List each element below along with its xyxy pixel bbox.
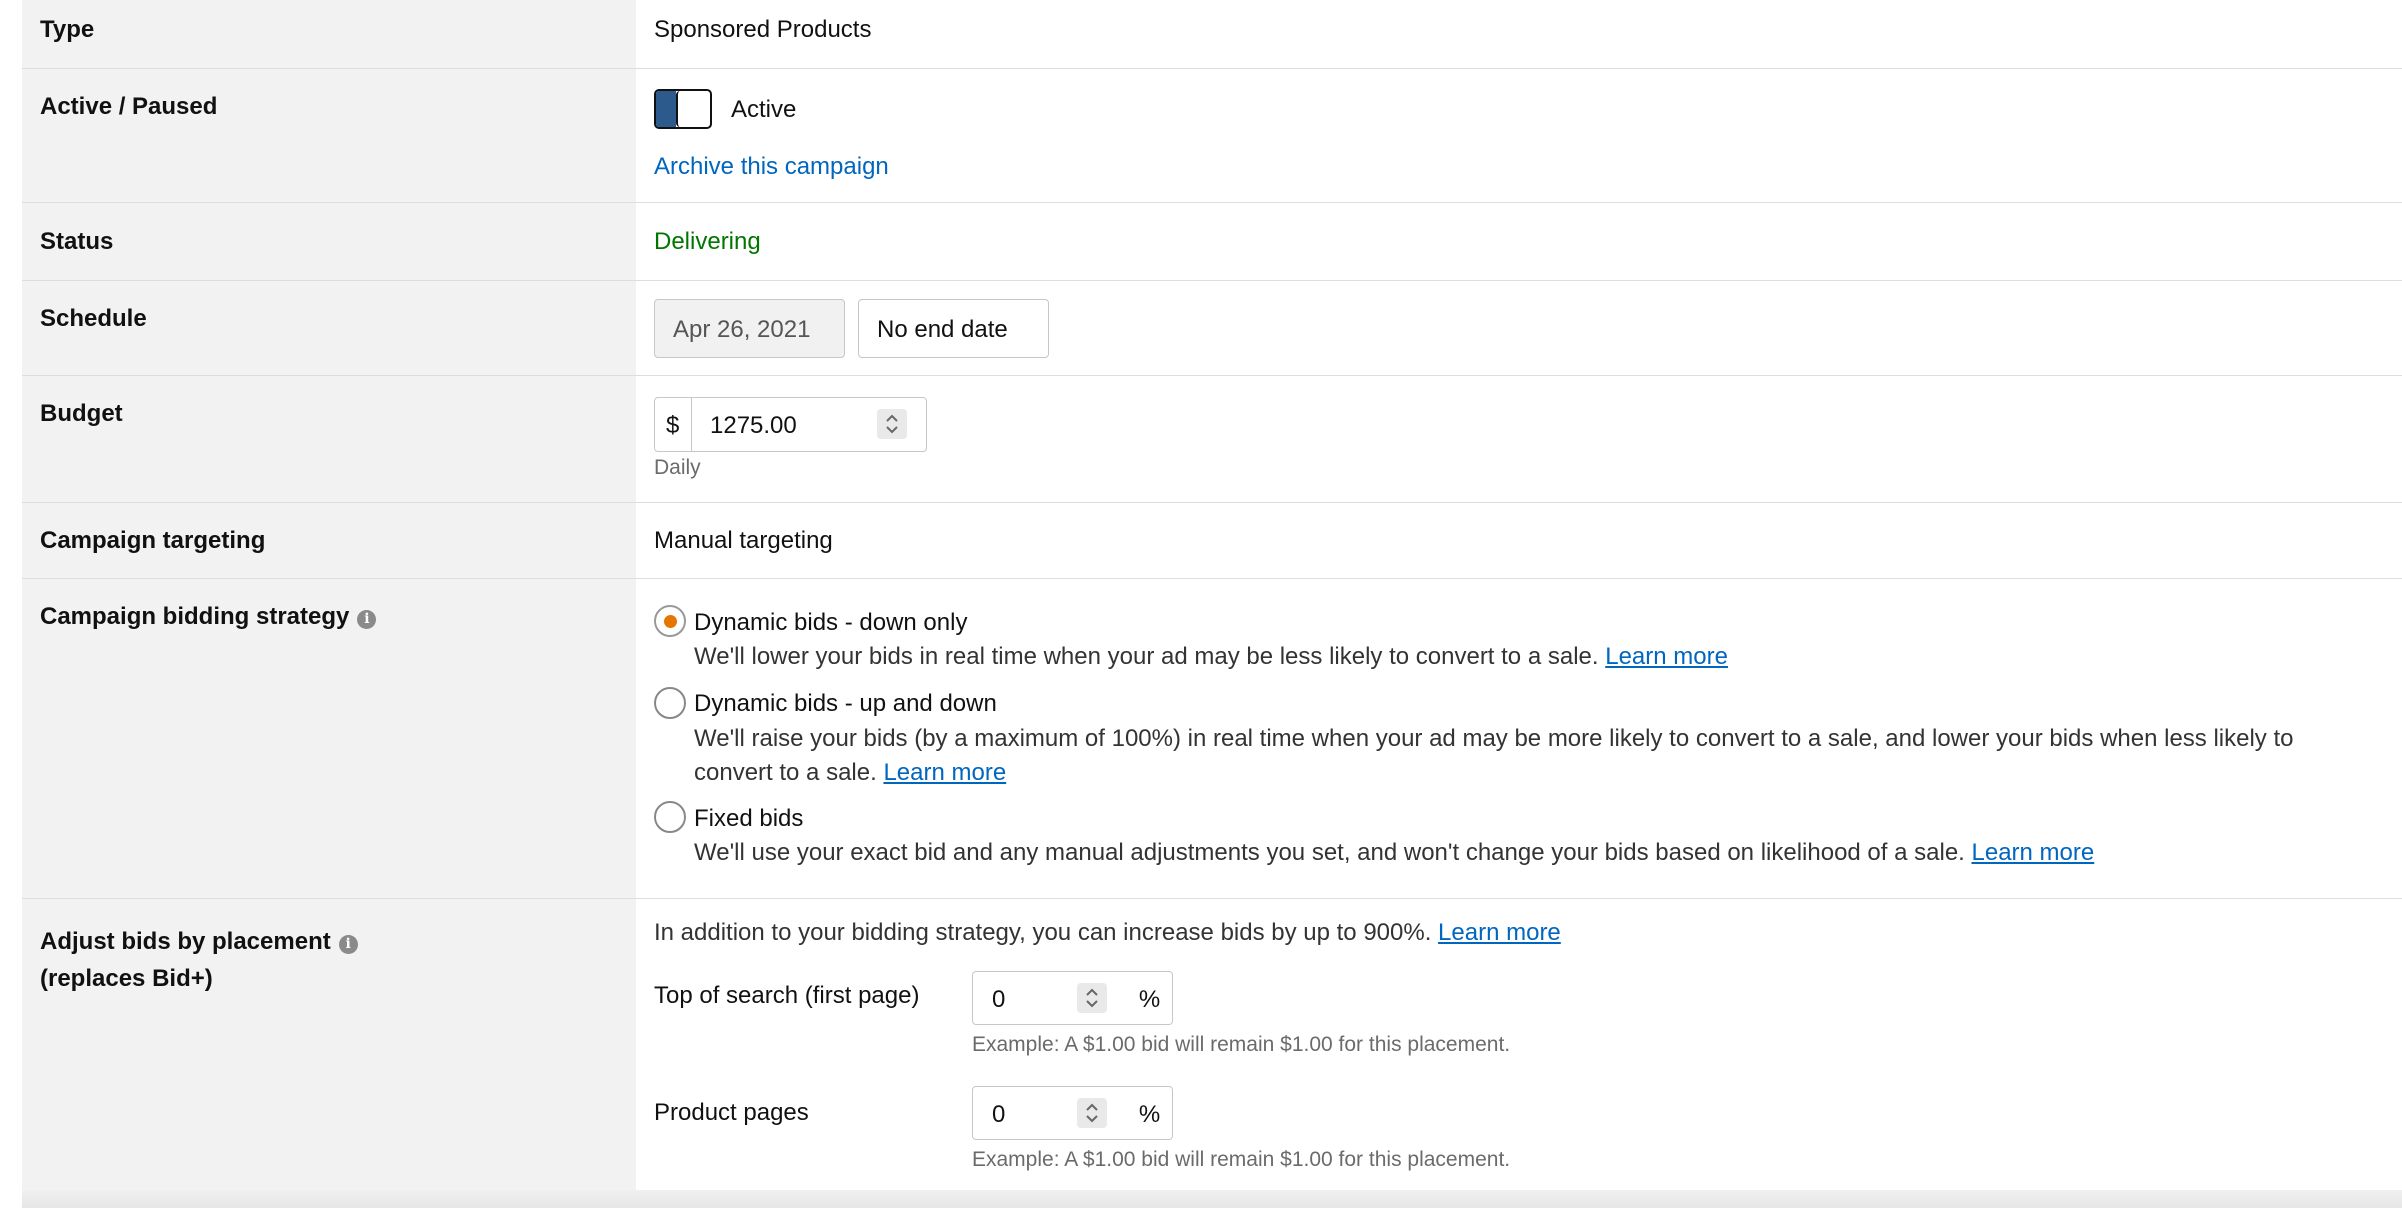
radio-dynamic-down[interactable] (654, 605, 686, 637)
end-date-field[interactable]: No end date (858, 299, 1049, 358)
status-value: Delivering (654, 228, 761, 255)
option-dynamic-up-down-title: Dynamic bids - up and down (694, 690, 997, 717)
placement-intro: In addition to your bidding strategy, yo… (654, 919, 1561, 946)
option-fixed-bids-title: Fixed bids (694, 805, 804, 832)
row-type: Type (22, 0, 2402, 69)
row-targeting: Campaign targeting (22, 503, 2402, 579)
top-of-search-example: Example: A $1.00 bid will remain $1.00 f… (972, 1033, 1511, 1056)
option-dynamic-up-down-desc: We'll raise your bids (by a maximum of 1… (694, 725, 2294, 786)
product-pages-input[interactable]: 0 (972, 1086, 1128, 1140)
bidding-strategy-label: Campaign bidding strategy i (40, 603, 377, 631)
percent-suffix: % (1127, 1086, 1173, 1140)
row-active: Active / Paused (22, 69, 2402, 203)
budget-period: Daily (654, 456, 701, 479)
radio-selected-dot (664, 615, 677, 628)
info-icon[interactable]: i (357, 610, 377, 629)
toggle-knob (676, 91, 710, 127)
top-of-search-stepper[interactable] (1077, 983, 1107, 1013)
archive-campaign-link[interactable]: Archive this campaign (654, 153, 889, 181)
stepper-arrows-icon (1086, 988, 1098, 1008)
type-value: Sponsored Products (654, 16, 872, 43)
status-label: Status (40, 228, 114, 255)
active-paused-label: Active / Paused (40, 93, 218, 120)
top-of-search-input[interactable]: 0 (972, 971, 1128, 1025)
info-icon[interactable]: i (338, 935, 358, 954)
budget-stepper[interactable] (877, 409, 907, 439)
radio-fixed-bids[interactable] (654, 801, 686, 833)
budget-input-group: $ 1275.00 (654, 397, 927, 452)
campaign-settings-page: Type Sponsored Products Active / Paused … (0, 0, 2402, 1208)
targeting-label: Campaign targeting (40, 527, 266, 554)
currency-symbol: $ (666, 412, 680, 439)
option-fixed-bids-desc: We'll use your exact bid and any manual … (694, 839, 2095, 866)
option-dynamic-down-desc: We'll lower your bids in real time when … (694, 643, 1728, 670)
row-status: Status (22, 203, 2402, 281)
radio-dynamic-up-down[interactable] (654, 687, 686, 719)
type-label: Type (40, 16, 95, 43)
top-of-search-label: Top of search (first page) (654, 982, 920, 1009)
learn-more-link[interactable]: Learn more (1605, 643, 1728, 670)
row-budget: Budget (22, 376, 2402, 503)
option-dynamic-down-title: Dynamic bids - down only (694, 609, 968, 636)
learn-more-link[interactable]: Learn more (1972, 839, 2095, 866)
start-date-field: Apr 26, 2021 (654, 299, 845, 358)
schedule-label: Schedule (40, 305, 147, 332)
stepper-arrows-icon (1086, 1103, 1098, 1123)
row-schedule: Schedule (22, 281, 2402, 376)
percent-suffix: % (1127, 971, 1173, 1025)
budget-amount-input[interactable]: 1275.00 (710, 412, 797, 440)
placement-label: Adjust bids by placement i (replaces Bid+… (40, 923, 358, 997)
targeting-value: Manual targeting (654, 527, 833, 554)
budget-label: Budget (40, 400, 123, 427)
learn-more-link[interactable]: Learn more (883, 759, 1006, 786)
stepper-arrows-icon (886, 414, 898, 434)
product-pages-stepper[interactable] (1077, 1098, 1107, 1128)
learn-more-link[interactable]: Learn more (1438, 919, 1561, 946)
product-pages-label: Product pages (654, 1099, 809, 1126)
product-pages-example: Example: A $1.00 bid will remain $1.00 f… (972, 1148, 1511, 1171)
toggle-state-label: Active (731, 96, 797, 123)
active-toggle[interactable] (654, 89, 712, 129)
